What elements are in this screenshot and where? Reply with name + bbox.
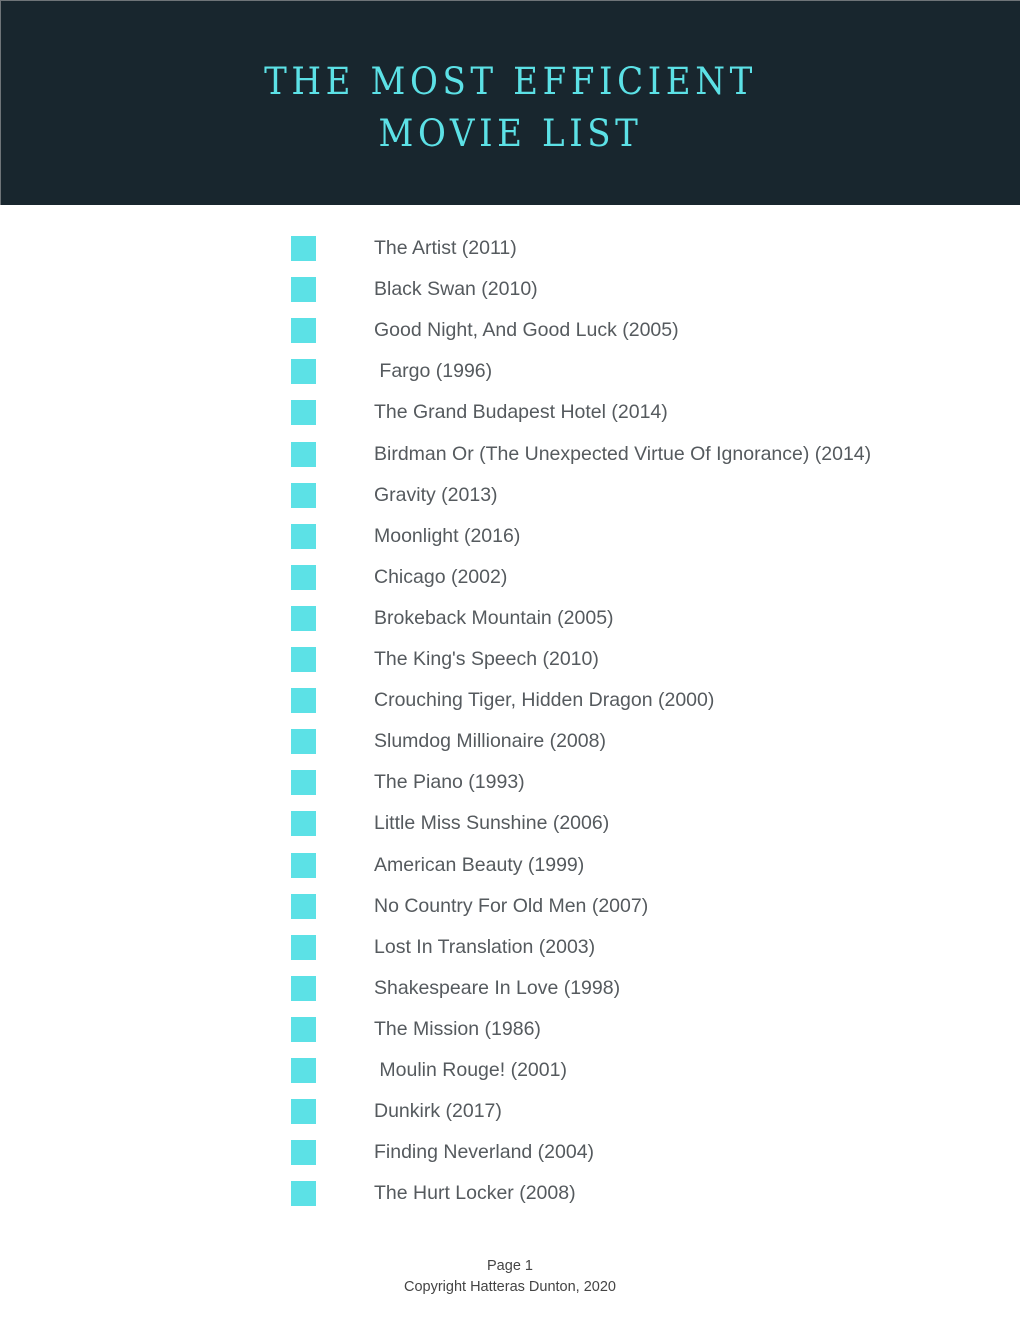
list-item: Chicago (2002) — [0, 564, 1020, 590]
square-checkbox-icon[interactable] — [291, 236, 316, 261]
square-checkbox-icon[interactable] — [291, 688, 316, 714]
movie-title: Chicago (2002) — [374, 565, 508, 588]
square-checkbox-icon[interactable] — [291, 729, 316, 755]
title-line-1: THE MOST EFFICIENT — [264, 60, 757, 103]
square-checkbox-icon[interactable] — [291, 1181, 316, 1207]
list-item: Good Night, And Good Luck (2005) — [0, 318, 1020, 344]
list-item: The King's Speech (2010) — [0, 647, 1020, 672]
square-checkbox-icon[interactable] — [291, 400, 316, 426]
square-checkbox-icon[interactable] — [291, 647, 316, 672]
list-item: Gravity (2013) — [0, 482, 1020, 508]
square-checkbox-icon[interactable] — [291, 359, 316, 385]
list-item: The Mission (1986) — [0, 1016, 1020, 1042]
square-checkbox-icon[interactable] — [291, 564, 316, 590]
movie-title: Fargo (1996) — [374, 360, 493, 383]
square-checkbox-icon[interactable] — [291, 441, 316, 467]
movie-title: No Country For Old Men (2007) — [374, 894, 649, 917]
movie-title: Crouching Tiger, Hidden Dragon (2000) — [374, 689, 715, 712]
movie-title: The Mission (1986) — [374, 1017, 541, 1040]
movie-title: Birdman Or (The Unexpected Virtue Of Ign… — [374, 442, 872, 465]
movie-title: Brokeback Mountain (2005) — [374, 606, 614, 629]
list-item: Shakespeare In Love (1998) — [0, 975, 1020, 1001]
square-checkbox-icon[interactable] — [291, 852, 316, 878]
square-checkbox-icon[interactable] — [291, 277, 316, 303]
square-checkbox-icon[interactable] — [291, 770, 316, 796]
movie-title: Slumdog Millionaire (2008) — [374, 730, 606, 753]
movie-title: Moulin Rouge! (2001) — [374, 1059, 567, 1081]
square-checkbox-icon[interactable] — [291, 975, 316, 1001]
list-item: Fargo (1996) — [0, 359, 1020, 385]
movie-title: Good Night, And Good Luck (2005) — [374, 319, 679, 342]
square-checkbox-icon[interactable] — [291, 318, 316, 344]
page-footer: Page 1 Copyright Hatteras Dunton, 2020 — [0, 1256, 1020, 1298]
square-checkbox-icon[interactable] — [291, 893, 316, 919]
list-item: Dunkirk (2017) — [0, 1099, 1020, 1125]
movie-title: The Artist (2011) — [374, 237, 517, 259]
list-item: The Artist (2011) — [0, 236, 1020, 261]
list-item: Brokeback Mountain (2005) — [0, 605, 1020, 631]
title-line-2: MOVIE LIST — [378, 112, 643, 155]
movie-title: The King's Speech (2010) — [374, 648, 599, 670]
list-item: Moulin Rouge! (2001) — [0, 1058, 1020, 1083]
copyright: Copyright Hatteras Dunton, 2020 — [404, 1279, 616, 1295]
square-checkbox-icon[interactable] — [291, 605, 316, 631]
movie-title: The Hurt Locker (2008) — [374, 1182, 576, 1205]
list-item: Black Swan (2010) — [0, 277, 1020, 303]
square-checkbox-icon[interactable] — [291, 1016, 316, 1042]
list-item: Little Miss Sunshine (2006) — [0, 811, 1020, 837]
square-checkbox-icon[interactable] — [291, 934, 316, 960]
list-item: Crouching Tiger, Hidden Dragon (2000) — [0, 688, 1020, 714]
square-checkbox-icon[interactable] — [291, 1099, 316, 1125]
movie-title: Black Swan (2010) — [374, 278, 538, 301]
list-item: The Piano (1993) — [0, 770, 1020, 796]
page-number: Page 1 — [487, 1258, 533, 1274]
list-item: Birdman Or (The Unexpected Virtue Of Ign… — [0, 441, 1020, 467]
square-checkbox-icon[interactable] — [291, 523, 316, 549]
list-item: No Country For Old Men (2007) — [0, 893, 1020, 919]
movie-title: Dunkirk (2017) — [374, 1100, 502, 1123]
list-item: Finding Neverland (2004) — [0, 1140, 1020, 1166]
movie-title: Little Miss Sunshine (2006) — [374, 812, 610, 835]
movie-title: Shakespeare In Love (1998) — [374, 976, 621, 999]
movie-title: Moonlight (2016) — [374, 524, 521, 547]
list-item: American Beauty (1999) — [0, 852, 1020, 878]
square-checkbox-icon[interactable] — [291, 1140, 316, 1166]
page-header: THE MOST EFFICIENT MOVIE LIST — [0, 0, 1020, 205]
movie-title: The Piano (1993) — [374, 771, 525, 794]
movie-title: Lost In Translation (2003) — [374, 935, 596, 958]
list-item: Moonlight (2016) — [0, 523, 1020, 549]
list-item: The Hurt Locker (2008) — [0, 1181, 1020, 1207]
list-item: Slumdog Millionaire (2008) — [0, 729, 1020, 755]
square-checkbox-icon[interactable] — [291, 1058, 316, 1083]
movie-title: American Beauty (1999) — [374, 853, 585, 876]
list-item: Lost In Translation (2003) — [0, 934, 1020, 960]
movie-title: Finding Neverland (2004) — [374, 1141, 595, 1164]
movie-title: Gravity (2013) — [374, 483, 498, 506]
square-checkbox-icon[interactable] — [291, 811, 316, 837]
page-title: THE MOST EFFICIENT MOVIE LIST — [42, 56, 979, 160]
square-checkbox-icon[interactable] — [291, 482, 316, 508]
movie-title: The Grand Budapest Hotel (2014) — [374, 401, 668, 424]
list-item: The Grand Budapest Hotel (2014) — [0, 400, 1020, 426]
